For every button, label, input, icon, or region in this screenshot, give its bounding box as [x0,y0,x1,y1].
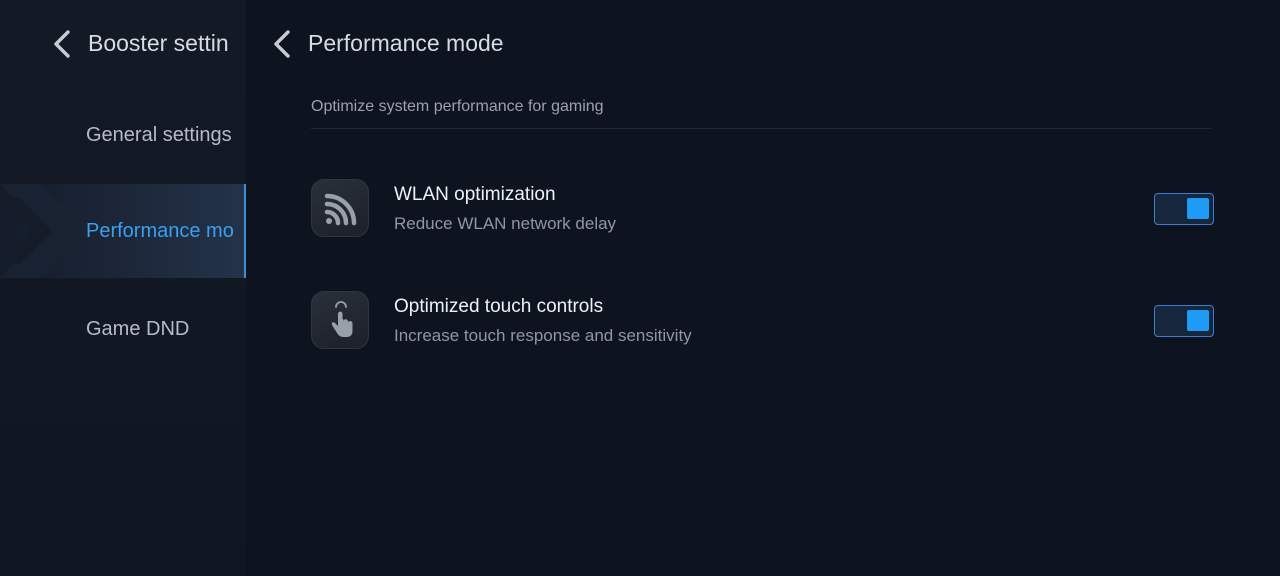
page-subtitle: Optimize system performance for gaming [311,98,604,115]
sidebar-item-general-settings[interactable]: General settings [0,88,246,182]
sidebar-item-label: Performance mo [86,220,234,242]
setting-title: Optimized touch controls [394,296,604,317]
chevron-left-icon [54,30,70,58]
setting-row-wlan-optimization: WLAN optimization Reduce WLAN network de… [311,169,1221,249]
sidebar-title: Booster settin [88,30,229,56]
wlan-optimization-toggle[interactable] [1154,193,1214,225]
toggle-knob [1187,198,1209,219]
setting-description: Increase touch response and sensitivity [394,326,692,345]
sidebar-item-label: General settings [86,124,232,146]
touch-controls-toggle[interactable] [1154,305,1214,337]
booster-window: Booster settin General settings Performa… [0,0,1280,576]
divider [311,128,1211,129]
sidebar-item-performance-mode[interactable]: Performance mo [0,184,246,278]
sidebar-header: Booster settin [0,0,246,86]
chevron-left-icon [274,30,290,58]
sidebar: Booster settin General settings Performa… [0,0,246,576]
sidebar-item-game-dnd[interactable]: Game DND [0,282,246,376]
wlan-signal-icon [324,193,357,226]
toggle-knob [1187,310,1209,331]
page-title: Performance mode [308,30,504,56]
sidebar-item-label: Game DND [86,318,190,340]
setting-row-optimized-touch-controls: Optimized touch controls Increase touch … [311,281,1221,361]
main-back-button[interactable] [268,26,296,62]
setting-title: WLAN optimization [394,184,556,205]
wlan-icon-box [311,179,369,237]
touch-hand-icon [331,301,353,337]
touch-icon-box [311,291,369,349]
sidebar-back-button[interactable] [48,26,76,62]
setting-description: Reduce WLAN network delay [394,214,617,233]
main-panel: Performance mode Optimize system perform… [246,0,1280,576]
